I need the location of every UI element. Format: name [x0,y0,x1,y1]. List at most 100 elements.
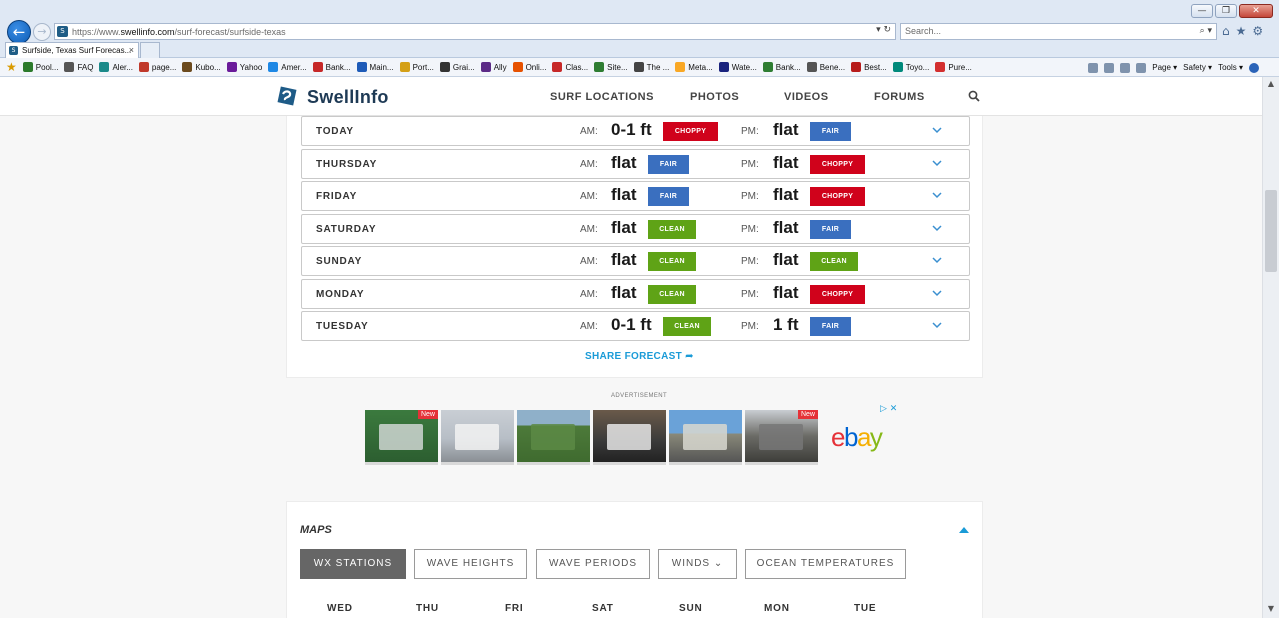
nav-videos[interactable]: VIDEOS [784,91,829,103]
chevron-down-icon[interactable] [931,254,943,266]
tab-close-icon[interactable]: × [129,43,134,57]
new-tab-button[interactable] [140,42,160,58]
favorite-item[interactable]: Wate... [718,62,757,72]
favorite-item[interactable]: Main... [356,62,394,72]
wave-periods-button[interactable]: WAVE PERIODS [536,549,650,579]
mail-icon[interactable] [1120,62,1131,73]
favorite-icon [312,62,323,72]
vertical-scrollbar[interactable]: ▲ ▼ [1262,77,1279,618]
ad-product-tile[interactable] [669,410,742,465]
favorite-item[interactable]: Grai... [439,62,475,72]
favorite-item[interactable]: Bank... [762,62,801,72]
favorites-star-icon[interactable]: ★ [6,60,17,74]
chevron-down-icon[interactable] [931,287,943,299]
favorite-item[interactable]: page... [138,62,176,72]
adchoices-icon[interactable]: ▷ ✕ [880,404,897,414]
nav-surf-locations[interactable]: SURF LOCATIONS [550,91,654,103]
scroll-up-icon[interactable]: ▲ [1265,79,1277,91]
wx-stations-button[interactable]: WX STATIONS [300,549,406,579]
winds-dropdown-button[interactable]: WINDS ⌄ [658,549,737,579]
minimize-button[interactable]: — [1191,4,1213,18]
print-icon[interactable] [1136,62,1147,73]
forecast-day-row[interactable]: TODAY AM: 0-1 ft CHOPPY PM: flat FAIR [301,116,970,146]
home-icon[interactable] [1088,62,1099,73]
favorite-item[interactable]: Best... [851,62,887,72]
favorite-item[interactable]: Clas... [552,62,588,72]
favorite-item[interactable]: Pool... [22,62,59,72]
search-icon[interactable] [968,90,980,102]
favorite-item[interactable]: Site... [594,62,628,72]
favorite-item[interactable]: Pure... [935,62,972,72]
ad-product-tile[interactable] [441,410,514,465]
maximize-button[interactable]: ❐ [1215,4,1237,18]
help-icon[interactable] [1249,62,1259,73]
ad-product-tile[interactable]: New [365,410,438,465]
refresh-icon[interactable]: ▾ ↻ [876,25,891,35]
wx-day-label[interactable]: SAT [592,603,614,614]
favorite-label: Ally [493,62,507,72]
forecast-day-row[interactable]: SUNDAY AM: flat CLEAN PM: flat CLEAN [301,246,970,276]
favorite-item[interactable]: Aler... [99,62,133,72]
chevron-down-icon[interactable] [931,124,943,136]
favorite-item[interactable]: Kubo... [182,62,221,72]
chevron-down-icon[interactable] [931,189,943,201]
favorite-item[interactable]: Onli... [512,62,546,72]
favorite-item[interactable]: Amer... [268,62,307,72]
wave-heights-button[interactable]: WAVE HEIGHTS [414,549,527,579]
chevron-down-icon[interactable] [931,319,943,331]
am-wave-height: 0-1 ft [611,315,652,334]
forecast-day-row[interactable]: TUESDAY AM: 0-1 ft CLEAN PM: 1 ft FAIR [301,311,970,341]
site-logo[interactable]: SwellInfo [307,87,389,108]
favorite-item[interactable]: Ally [480,62,507,72]
home-icon[interactable]: ⌂ [1222,24,1230,38]
nav-forums[interactable]: FORUMS [874,91,925,103]
nav-photos[interactable]: PHOTOS [690,91,739,103]
settings-gear-icon[interactable]: ⚙ [1252,24,1263,38]
chevron-down-icon[interactable] [931,222,943,234]
ad-product-tile[interactable]: New [745,410,818,465]
wx-day-label[interactable]: THU [416,603,439,614]
browser-tab[interactable]: S Surfside, Texas Surf Forecas... × [5,42,139,58]
collapse-caret-icon[interactable] [959,527,969,533]
browser-search-input[interactable]: Search... ⌕ ▾ [900,23,1217,40]
wx-day-label[interactable]: MON [764,603,790,614]
favorite-item[interactable]: The ... [633,62,669,72]
scroll-thumb[interactable] [1265,190,1277,272]
favorite-item[interactable]: Toyo... [892,62,929,72]
search-icon[interactable]: ⌕ ▾ [1200,24,1212,39]
back-button[interactable]: ← [7,20,31,44]
scroll-down-icon[interactable]: ▼ [1265,604,1277,616]
feeds-icon[interactable] [1104,62,1115,73]
swellinfo-logo-icon[interactable] [275,84,299,108]
wx-day-label[interactable]: FRI [505,603,524,614]
ebay-logo[interactable]: ebay [831,422,883,453]
forecast-day-row[interactable]: MONDAY AM: flat CLEAN PM: flat CHOPPY [301,278,970,309]
chevron-down-icon[interactable] [931,157,943,169]
ocean-temperatures-button[interactable]: OCEAN TEMPERATURES [745,549,906,579]
wx-day-label[interactable]: SUN [679,603,703,614]
ad-product-tile[interactable] [517,410,590,465]
favorite-label: Wate... [731,62,757,72]
favorite-item[interactable]: Meta... [675,62,713,72]
address-bar[interactable]: S https://www. swellinfo.com/surf-forecas… [54,23,896,40]
forecast-day-row[interactable]: THURSDAY AM: flat FAIR PM: flat CHOPPY [301,148,970,179]
command-page[interactable]: Page ▾ [1152,63,1177,72]
forecast-day-row[interactable]: FRIDAY AM: flat FAIR PM: flat CHOPPY [301,181,970,211]
favorites-star-icon[interactable]: ★ [1236,24,1247,38]
forecast-card: TODAY AM: 0-1 ft CHOPPY PM: flat FAIR THURSDAY A… [286,116,983,378]
wx-day-label[interactable]: TUE [854,603,876,614]
command-tools[interactable]: Tools ▾ [1218,63,1243,72]
wx-day-label[interactable]: WED [327,603,353,614]
favorite-item[interactable]: Port... [399,62,434,72]
favorite-item[interactable]: Bank... [312,62,351,72]
ad-product-tile[interactable] [593,410,666,465]
share-forecast-link[interactable]: SHARE FORECAST ➦ [585,351,694,362]
favorite-item[interactable]: Yahoo [226,62,262,72]
forecast-day-row[interactable]: SATURDAY AM: flat CLEAN PM: flat FAIR [301,213,970,244]
forward-button[interactable]: → [33,23,51,41]
command-safety[interactable]: Safety ▾ [1183,63,1212,72]
favorite-item[interactable]: Bene... [806,62,845,72]
favorite-item[interactable]: FAQ [64,62,93,72]
close-window-button[interactable]: ✕ [1239,4,1273,18]
favorite-label: Pool... [35,62,59,72]
